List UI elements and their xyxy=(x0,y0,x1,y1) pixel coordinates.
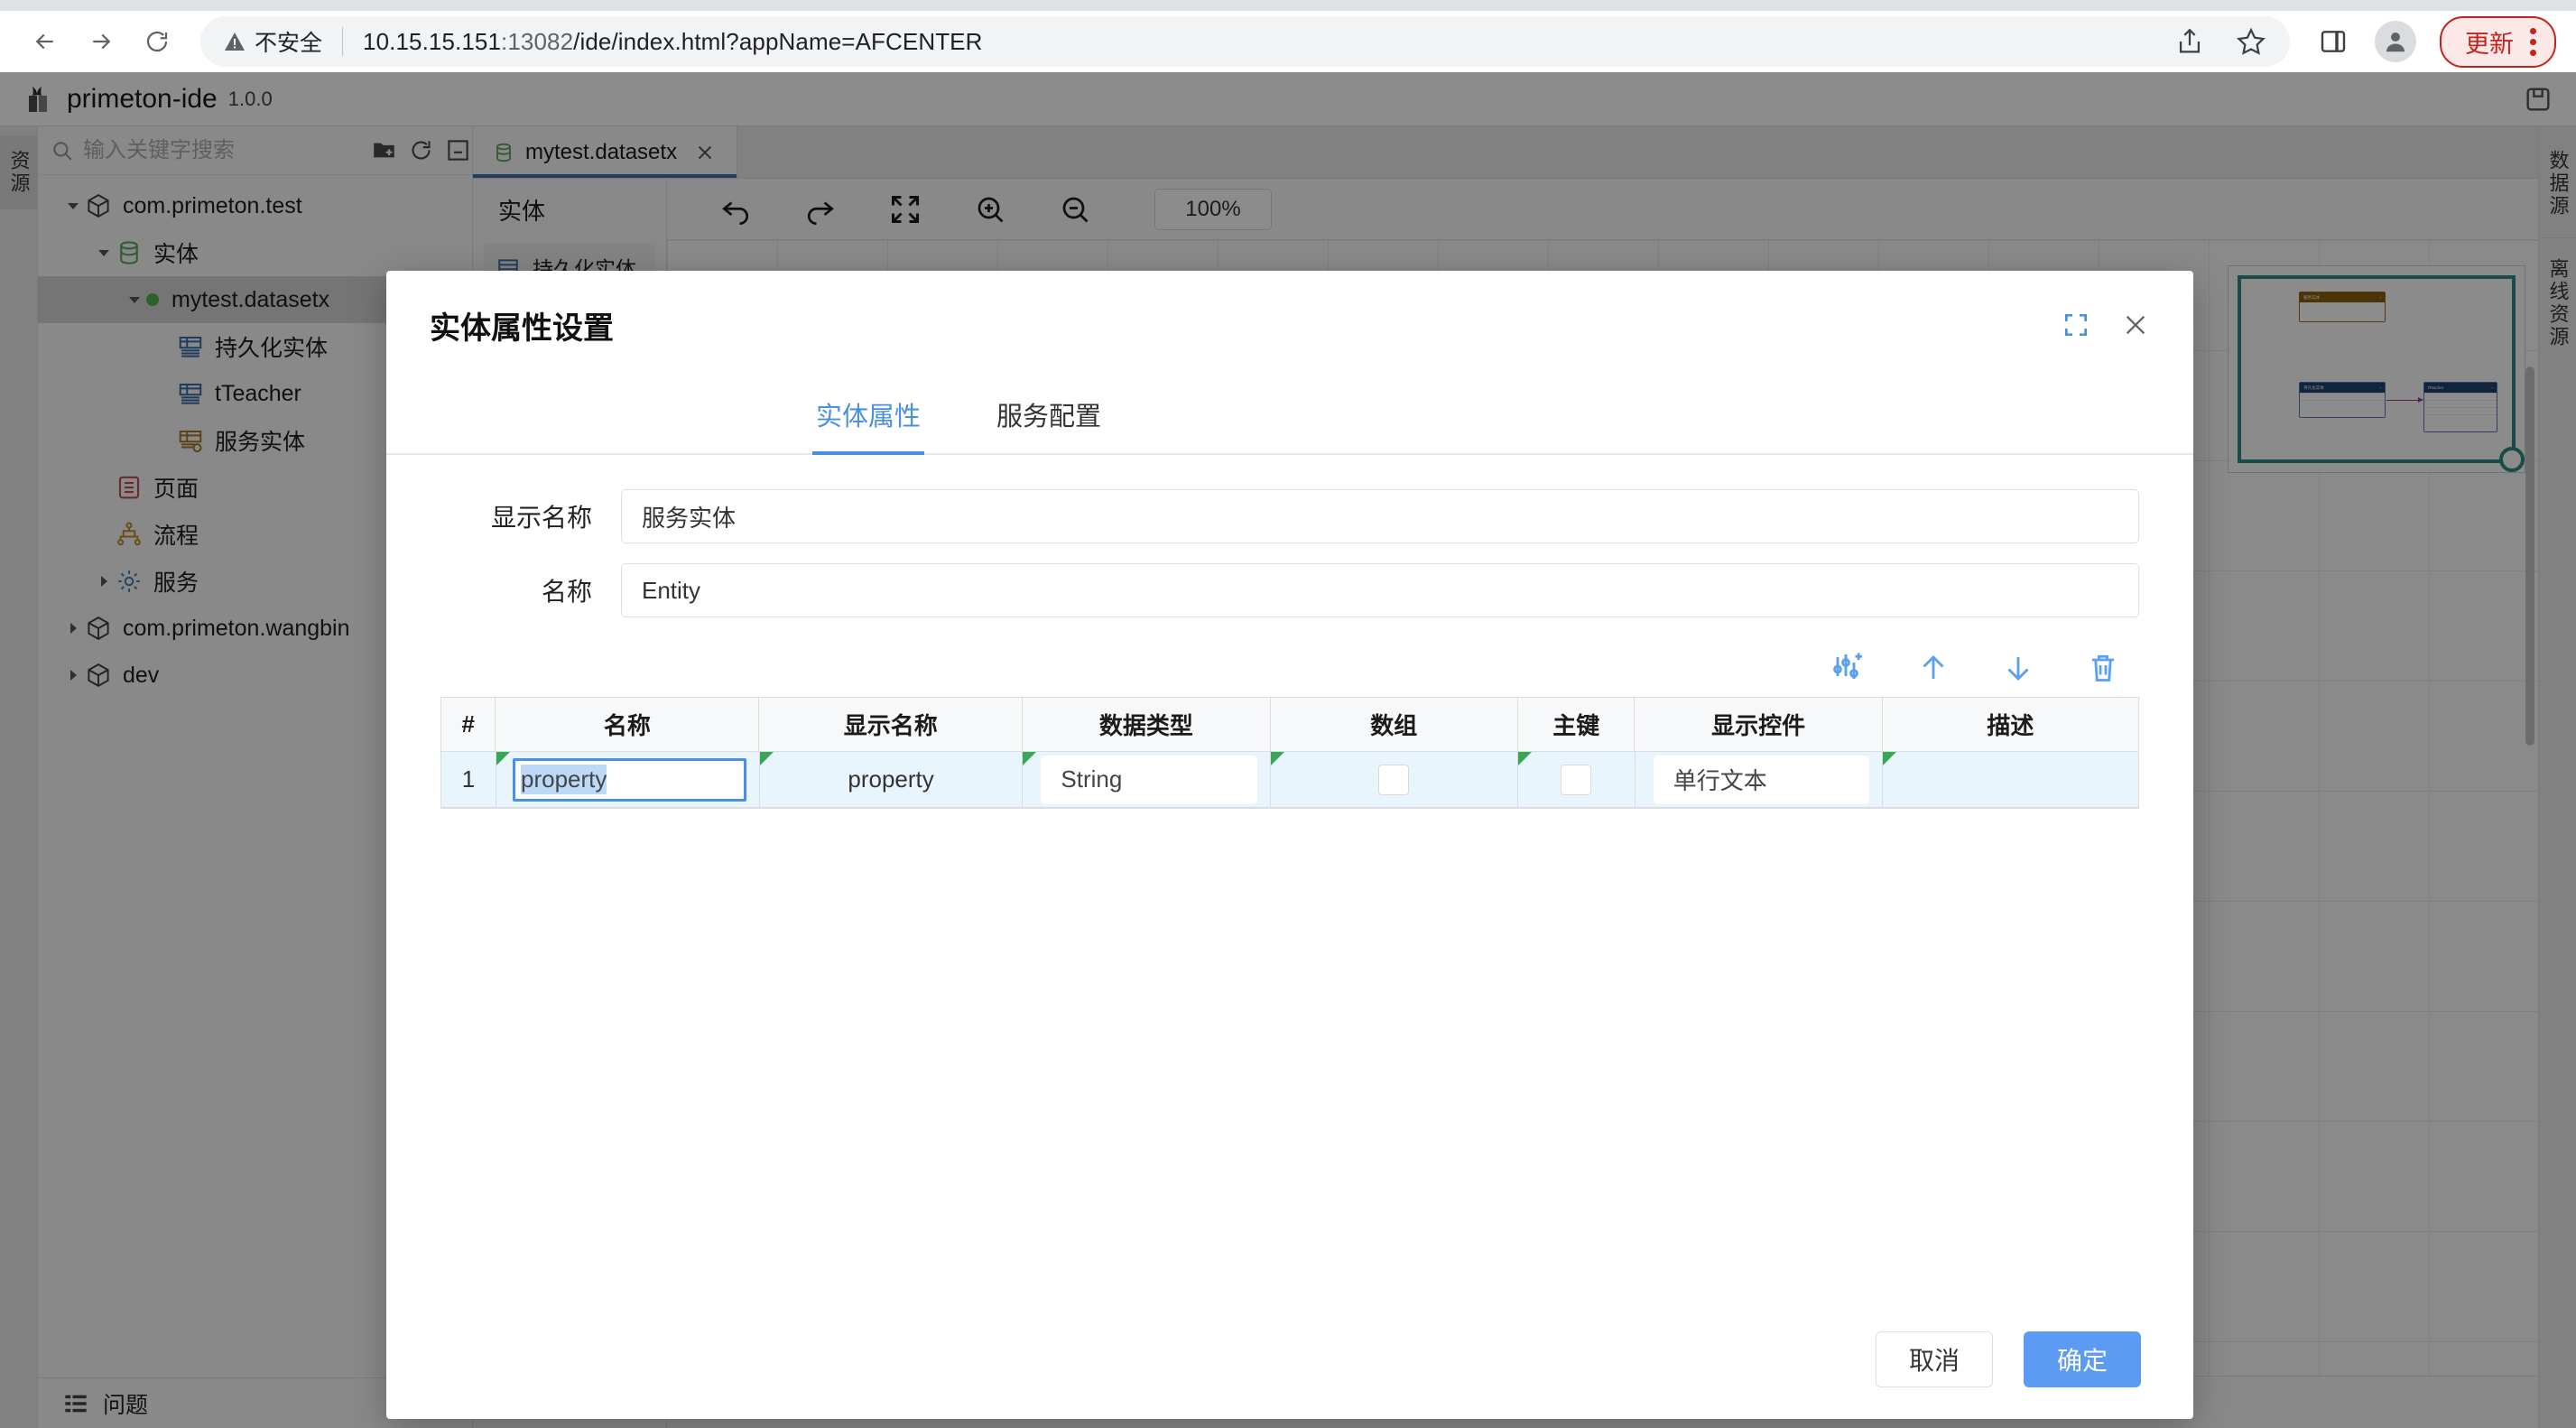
cancel-button[interactable]: 取消 xyxy=(1876,1331,1993,1387)
url-text: 10.15.15.151:13082/ide/index.html?appNam… xyxy=(363,28,982,56)
bookmark-star-icon[interactable] xyxy=(2236,26,2266,57)
dialog-footer: 取消 确定 xyxy=(386,1300,2193,1419)
column-header-display-name: 显示名称 xyxy=(759,698,1024,752)
dialog-header: 实体属性设置 xyxy=(386,271,2193,379)
profile-avatar[interactable] xyxy=(2375,21,2416,62)
display-name-cell-value: property xyxy=(848,765,934,793)
name-cell-value: property xyxy=(520,765,607,794)
dialog-tabs: 实体属性 服务配置 xyxy=(386,379,2193,455)
array-checkbox[interactable] xyxy=(1378,764,1410,795)
entity-properties-dialog: 实体属性设置 实体属性 服务配置 显示名称 名称 xyxy=(386,271,2193,1419)
update-button[interactable]: 更新 xyxy=(2440,15,2556,68)
field-row-display-name: 显示名称 xyxy=(440,489,2139,543)
url-port: :13082 xyxy=(501,27,574,55)
column-header-data-type: 数据类型 xyxy=(1023,698,1271,752)
control-cell-value[interactable]: 单行文本 xyxy=(1653,755,1870,804)
security-label: 不安全 xyxy=(255,31,323,56)
delete-icon[interactable] xyxy=(2087,652,2119,684)
omnibox-divider xyxy=(342,27,344,56)
required-marker-icon xyxy=(1883,752,1897,765)
column-header-array: 数组 xyxy=(1270,698,1519,752)
forward-button[interactable] xyxy=(76,16,126,67)
required-marker-icon xyxy=(1270,752,1284,765)
back-button[interactable] xyxy=(20,16,70,67)
move-down-icon[interactable] xyxy=(2002,652,2034,684)
column-header-control: 显示控件 xyxy=(1635,698,1883,752)
security-indicator[interactable]: 不安全 xyxy=(224,25,322,58)
address-bar[interactable]: 不安全 10.15.15.151:13082/ide/index.html?ap… xyxy=(200,16,2290,67)
property-table: # 名称 显示名称 数据类型 数组 主键 显示控件 描述 1 property xyxy=(440,697,2139,809)
cell-display-name[interactable]: property xyxy=(759,752,1024,808)
cell-array[interactable] xyxy=(1270,752,1518,808)
tab-entity-properties[interactable]: 实体属性 xyxy=(812,379,925,455)
browser-toolbar: 不安全 10.15.15.151:13082/ide/index.html?ap… xyxy=(0,11,2576,72)
required-marker-icon xyxy=(1023,752,1037,765)
url-host: 10.15.15.151 xyxy=(363,27,502,55)
dialog-title: 实体属性设置 xyxy=(430,311,614,346)
confirm-button[interactable]: 确定 xyxy=(2024,1331,2141,1387)
maximize-icon[interactable] xyxy=(2062,311,2090,339)
name-input[interactable] xyxy=(621,563,2139,617)
property-table-toolbar xyxy=(440,637,2139,697)
required-marker-icon xyxy=(1517,752,1532,765)
display-name-input[interactable] xyxy=(621,489,2139,543)
column-header-name: 名称 xyxy=(496,698,760,752)
chrome-menu-icon[interactable] xyxy=(2530,27,2536,56)
required-marker-icon xyxy=(759,752,774,765)
cell-primary-key[interactable] xyxy=(1517,752,1635,808)
table-header-row: # 名称 显示名称 数据类型 数组 主键 显示控件 描述 xyxy=(441,698,2139,752)
name-label: 名称 xyxy=(541,578,592,606)
warning-triangle-icon xyxy=(224,32,246,51)
cell-description[interactable] xyxy=(1883,752,2139,808)
cell-name[interactable]: property xyxy=(496,752,760,808)
share-icon[interactable] xyxy=(2174,26,2205,57)
display-name-label: 显示名称 xyxy=(490,504,592,532)
dialog-body: 显示名称 名称 xyxy=(386,455,2193,1300)
table-row[interactable]: 1 property property String 单行文本 xyxy=(441,752,2139,808)
data-type-cell-value[interactable]: String xyxy=(1041,755,1257,804)
reload-button[interactable] xyxy=(132,16,182,67)
required-marker-icon xyxy=(496,752,510,765)
name-cell-editor[interactable]: property xyxy=(512,757,746,802)
browser-tab-strip xyxy=(0,0,2576,11)
column-header-index: # xyxy=(441,698,496,752)
field-row-name: 名称 xyxy=(440,563,2139,617)
url-path: /ide/index.html?appName=AFCENTER xyxy=(573,27,983,55)
primary-key-checkbox[interactable] xyxy=(1561,764,1592,795)
column-header-description: 描述 xyxy=(1882,698,2139,752)
side-panel-icon[interactable] xyxy=(2315,23,2351,60)
column-header-primary-key: 主键 xyxy=(1518,698,1635,752)
close-icon[interactable] xyxy=(2121,311,2150,339)
cell-control[interactable]: 单行文本 xyxy=(1635,752,1884,808)
add-property-icon[interactable] xyxy=(1832,652,1865,684)
move-up-icon[interactable] xyxy=(1917,652,1950,684)
update-label: 更新 xyxy=(2465,30,2514,58)
tab-service-config[interactable]: 服务配置 xyxy=(993,379,1105,453)
cell-data-type[interactable]: String xyxy=(1023,752,1271,808)
cell-index: 1 xyxy=(441,752,496,808)
